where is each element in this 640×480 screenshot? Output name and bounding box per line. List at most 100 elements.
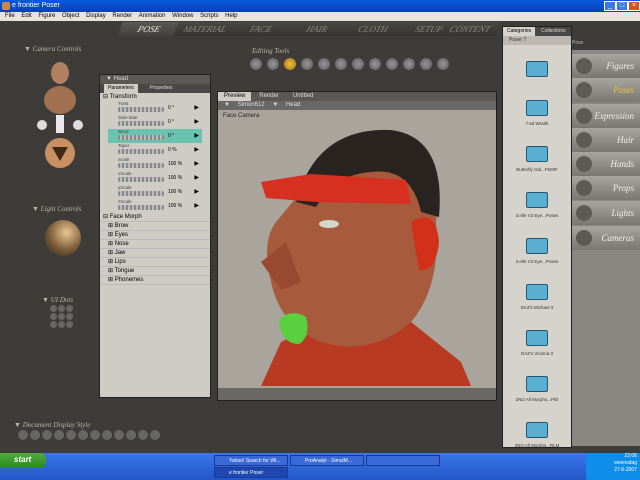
translate-icon[interactable] xyxy=(284,58,296,70)
tab-hair[interactable]: HAIR xyxy=(285,22,349,36)
color-icon[interactable] xyxy=(369,58,381,70)
display-style-button[interactable] xyxy=(42,430,52,440)
dial-value[interactable]: 0 ° xyxy=(168,105,174,111)
transform-group[interactable]: ⊟ Transform xyxy=(100,93,210,101)
tab-pose[interactable]: POSE xyxy=(117,22,181,36)
clock-time[interactable]: 22:06 xyxy=(586,453,637,460)
task-yahoo[interactable]: Yahoo! Search for Wi... xyxy=(214,455,288,466)
dial-value[interactable]: 100 % xyxy=(168,161,182,167)
dial-side-side[interactable]: Side-Side 0 ° ▶ xyxy=(108,115,202,129)
library-item[interactable]: 3.elle V3 Eye...Poses xyxy=(513,238,561,264)
light-sphere-control[interactable] xyxy=(45,220,81,256)
menu-edit[interactable]: Edit xyxy=(21,13,31,19)
grouping-icon[interactable] xyxy=(386,58,398,70)
dial-menu-arrow-icon[interactable]: ▶ xyxy=(194,174,199,181)
category-poses[interactable]: Poses xyxy=(572,78,640,102)
ui-dot[interactable] xyxy=(58,305,65,312)
dial-slider[interactable] xyxy=(118,205,164,210)
morph-group-jaw[interactable]: ⊞ Jaw xyxy=(100,249,210,258)
menu-window[interactable]: Window xyxy=(172,13,193,19)
tab-parameters[interactable]: Parameters xyxy=(104,84,138,93)
dial-menu-arrow-icon[interactable]: ▶ xyxy=(194,132,199,139)
tab-face[interactable]: FACE xyxy=(229,22,293,36)
menu-file[interactable]: File xyxy=(5,13,15,19)
dial-value[interactable]: 100 % xyxy=(168,189,182,195)
ui-dot[interactable] xyxy=(66,313,73,320)
morph-group-tongue[interactable]: ⊞ Tongue xyxy=(100,267,210,276)
tab-render[interactable]: Render xyxy=(253,92,285,101)
tab-material[interactable]: MATERIAL xyxy=(173,22,237,36)
category-figures[interactable]: Figures xyxy=(572,54,640,78)
ui-dot[interactable] xyxy=(50,305,57,312)
tab-cloth[interactable]: CLOTH xyxy=(341,22,405,36)
category-cameras[interactable]: Cameras xyxy=(572,226,640,250)
rotate-icon[interactable] xyxy=(250,58,262,70)
camera-move-icon[interactable] xyxy=(56,115,64,133)
category-lights[interactable]: Lights xyxy=(572,201,640,225)
display-style-button[interactable] xyxy=(102,430,112,440)
dial-menu-arrow-icon[interactable]: ▶ xyxy=(194,146,199,153)
library-item[interactable]: DAZ's Michael 3 xyxy=(513,284,561,310)
menu-figure[interactable]: Figure xyxy=(38,13,55,19)
parameters-header[interactable]: ▼ Head xyxy=(100,75,210,84)
category-expression[interactable]: Expression xyxy=(572,104,640,128)
tab-properties[interactable]: Properties xyxy=(144,84,178,93)
library-item[interactable]: DAZ's Victoria 3 xyxy=(513,330,561,356)
render-preview[interactable]: Face Camera xyxy=(221,112,493,386)
dial-menu-arrow-icon[interactable]: ▶ xyxy=(194,118,199,125)
display-style-button[interactable] xyxy=(90,430,100,440)
dial-zscale[interactable]: zScale 100 % ▶ xyxy=(108,199,202,213)
maximize-button[interactable]: □ xyxy=(616,1,628,11)
library-up-folder[interactable] xyxy=(513,61,561,77)
dial-slider[interactable] xyxy=(118,163,164,168)
morph-group-lips[interactable]: ⊞ Lips xyxy=(100,258,210,267)
dial-menu-arrow-icon[interactable]: ▶ xyxy=(194,188,199,195)
figure-select[interactable]: ▼ Simon612 xyxy=(224,102,265,108)
close-button[interactable]: × xyxy=(628,1,640,11)
ui-dot[interactable] xyxy=(66,305,73,312)
dial-value[interactable]: 100 % xyxy=(168,175,182,181)
minimize-button[interactable]: _ xyxy=(604,1,616,11)
ui-dot[interactable] xyxy=(50,313,57,320)
tab-content[interactable]: CONTENT xyxy=(439,22,501,36)
dial-menu-arrow-icon[interactable]: ▶ xyxy=(194,104,199,111)
dial-value[interactable]: 0 ° xyxy=(168,133,174,139)
morph-group-brow[interactable]: ⊞ Brow xyxy=(100,222,210,231)
tab-preview[interactable]: Preview xyxy=(218,92,252,101)
ui-dot[interactable] xyxy=(66,321,73,328)
dial-value[interactable]: 0 % xyxy=(168,147,177,153)
twist-icon[interactable] xyxy=(267,58,279,70)
morph-brush-icon[interactable] xyxy=(420,58,432,70)
dial-slider[interactable] xyxy=(118,107,164,112)
display-style-button[interactable] xyxy=(114,430,124,440)
tab-collections[interactable]: Collections xyxy=(537,27,569,36)
part-select[interactable]: ▼ Head xyxy=(272,102,300,108)
library-item[interactable]: 3.elle V3 Eye...Poses xyxy=(513,192,561,218)
dial-menu-arrow-icon[interactable]: ▶ xyxy=(194,160,199,167)
dial-slider[interactable] xyxy=(118,177,164,182)
task-blank[interactable] xyxy=(366,455,440,466)
library-item[interactable]: Butterfly Gal...F600F xyxy=(513,146,561,172)
display-style-button[interactable] xyxy=(78,430,88,440)
display-style-button[interactable] xyxy=(66,430,76,440)
camera-control-figure[interactable] xyxy=(30,55,90,170)
dial-value[interactable]: 100 % xyxy=(168,203,182,209)
dial-slider[interactable] xyxy=(118,121,164,126)
direct-manipulation-icon[interactable] xyxy=(437,58,449,70)
task-poser[interactable]: e frontier Poser xyxy=(214,467,288,478)
start-button[interactable]: start xyxy=(0,453,46,467)
display-style-button[interactable] xyxy=(138,430,148,440)
menu-scripts[interactable]: Scripts xyxy=(200,13,218,19)
ui-dot[interactable] xyxy=(58,313,65,320)
tab-categories[interactable]: Categories xyxy=(503,27,536,36)
dial-slider[interactable] xyxy=(118,149,164,154)
library-item[interactable]: 2NO All Morphs...Phil xyxy=(513,376,561,402)
dial-menu-arrow-icon[interactable]: ▶ xyxy=(194,202,199,209)
dial-slider[interactable] xyxy=(118,135,164,140)
tab-untitled[interactable]: Untitled xyxy=(287,92,319,101)
morph-group-phonemes[interactable]: ⊞ Phonemes xyxy=(100,276,210,285)
dial-taper[interactable]: Taper 0 % ▶ xyxy=(108,143,202,157)
dial-bend[interactable]: Bend 0 ° ▶ xyxy=(108,129,202,143)
morph-group-eyes[interactable]: ⊞ Eyes xyxy=(100,231,210,240)
move-icon[interactable] xyxy=(301,58,313,70)
